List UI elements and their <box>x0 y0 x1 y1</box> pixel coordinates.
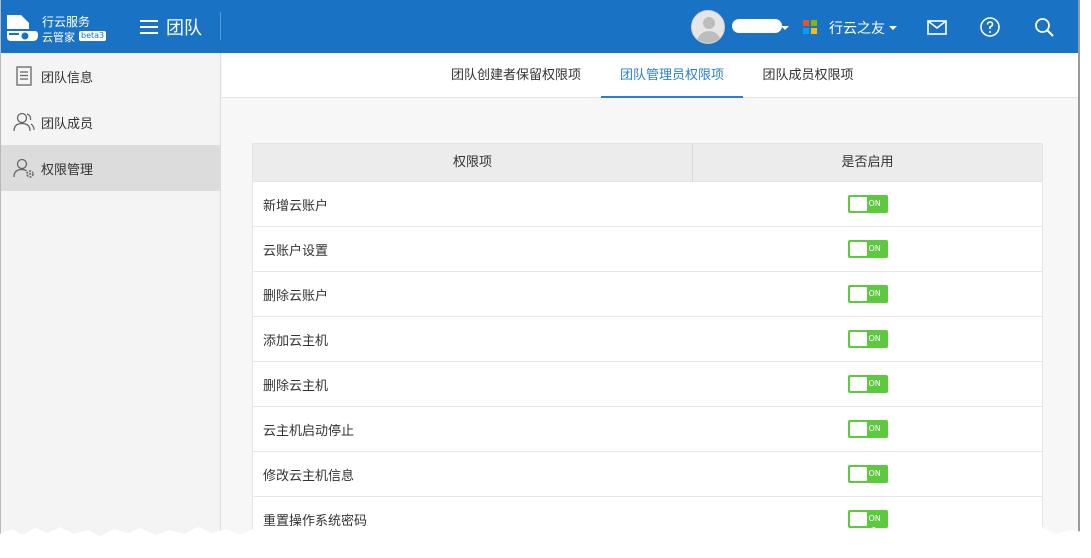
table-row: 添加云主机 ON <box>253 317 1042 362</box>
permission-tabs: 团队创建者保留权限项 团队管理员权限项 团队成员权限项 <box>222 53 1078 98</box>
org-name[interactable]: 行云之友 <box>829 18 885 38</box>
table-row: 云主机启动停止 ON <box>253 407 1042 452</box>
user-avatar[interactable] <box>691 10 725 44</box>
sidebar-item-team-info[interactable]: 团队信息 <box>1 53 220 99</box>
search-icon[interactable] <box>1032 15 1056 39</box>
tab-admin-permissions[interactable]: 团队管理员权限项 <box>601 53 743 98</box>
sidebar: 团队信息 团队成员 权限管理 <box>1 53 221 558</box>
user-gear-icon <box>13 158 34 178</box>
permission-name: 新增云账户 <box>263 198 329 214</box>
document-icon <box>16 66 32 86</box>
cloud-logo-icon <box>7 15 38 41</box>
toggle-state: ON <box>868 244 881 253</box>
sidebar-item-label: 权限管理 <box>41 162 94 178</box>
logo-title: 行云服务 <box>42 15 91 29</box>
enable-toggle[interactable]: ON <box>847 375 888 393</box>
column-header-permission: 权限项 <box>253 144 693 182</box>
sidebar-item-team-members[interactable]: 团队成员 <box>1 99 220 145</box>
top-bar: 行云服务 云管家 beta3 团队 行云之友 <box>1 0 1078 53</box>
toggle-state: ON <box>868 334 881 343</box>
sidebar-item-label: 团队成员 <box>41 116 94 132</box>
org-dropdown-chevron-icon[interactable] <box>889 26 897 30</box>
user-dropdown-chevron-icon[interactable] <box>781 26 789 30</box>
enable-toggle[interactable]: ON <box>847 465 888 483</box>
permission-name: 修改云主机信息 <box>263 468 355 484</box>
permission-name: 删除云账户 <box>263 288 329 304</box>
torn-edge-decoration <box>0 526 1091 558</box>
permission-name: 删除云主机 <box>263 378 329 394</box>
logo-subtitle: 云管家 <box>42 31 75 44</box>
microsoft-logo-icon <box>803 20 817 34</box>
table-row: 删除云主机 ON <box>253 362 1042 407</box>
permission-name: 添加云主机 <box>263 333 329 349</box>
table-row: 云账户设置 ON <box>253 227 1042 272</box>
enable-toggle[interactable]: ON <box>847 285 888 303</box>
username-redacted[interactable] <box>732 19 782 33</box>
toggle-state: ON <box>868 424 881 433</box>
table-row: 新增云账户 ON <box>253 182 1042 227</box>
enable-toggle[interactable]: ON <box>847 195 888 213</box>
toggle-state: ON <box>868 199 881 208</box>
main-content: 团队创建者保留权限项 团队管理员权限项 团队成员权限项 权限项 是否启用 新增云… <box>222 53 1078 558</box>
table-row: 修改云主机信息 ON <box>253 452 1042 497</box>
tab-creator-permissions[interactable]: 团队创建者保留权限项 <box>432 53 600 98</box>
toggle-state: ON <box>868 379 881 388</box>
hamburger-icon <box>140 20 158 34</box>
permissions-table: 权限项 是否启用 新增云账户 ON 云账户设置 ON 删除云账户 ON 添加云主… <box>252 143 1043 543</box>
header-divider <box>220 12 221 40</box>
help-icon[interactable] <box>978 15 1002 39</box>
sidebar-item-label: 团队信息 <box>41 70 94 86</box>
app-window: 行云服务 云管家 beta3 团队 行云之友 团队信息 团队成员 权限管理 团队… <box>0 0 1080 558</box>
permission-name: 云主机启动停止 <box>263 423 355 439</box>
page-title: 团队 <box>166 18 202 39</box>
enable-toggle[interactable]: ON <box>847 420 888 438</box>
tab-member-permissions[interactable]: 团队成员权限项 <box>752 53 864 98</box>
table-row: 删除云账户 ON <box>253 272 1042 317</box>
beta-badge: beta3 <box>79 31 107 41</box>
user-icon <box>13 112 35 132</box>
toggle-state: ON <box>868 289 881 298</box>
toggle-state: ON <box>868 469 881 478</box>
mail-icon[interactable] <box>925 15 949 39</box>
sidebar-item-permissions[interactable]: 权限管理 <box>1 145 220 191</box>
enable-toggle[interactable]: ON <box>847 330 888 348</box>
column-header-enabled: 是否启用 <box>841 155 894 170</box>
permission-name: 云账户设置 <box>263 243 329 259</box>
menu-toggle-button[interactable]: 团队 <box>140 16 202 39</box>
table-header: 权限项 是否启用 <box>253 144 1042 182</box>
logo[interactable]: 行云服务 云管家 beta3 <box>5 9 107 45</box>
enable-toggle[interactable]: ON <box>847 240 888 258</box>
